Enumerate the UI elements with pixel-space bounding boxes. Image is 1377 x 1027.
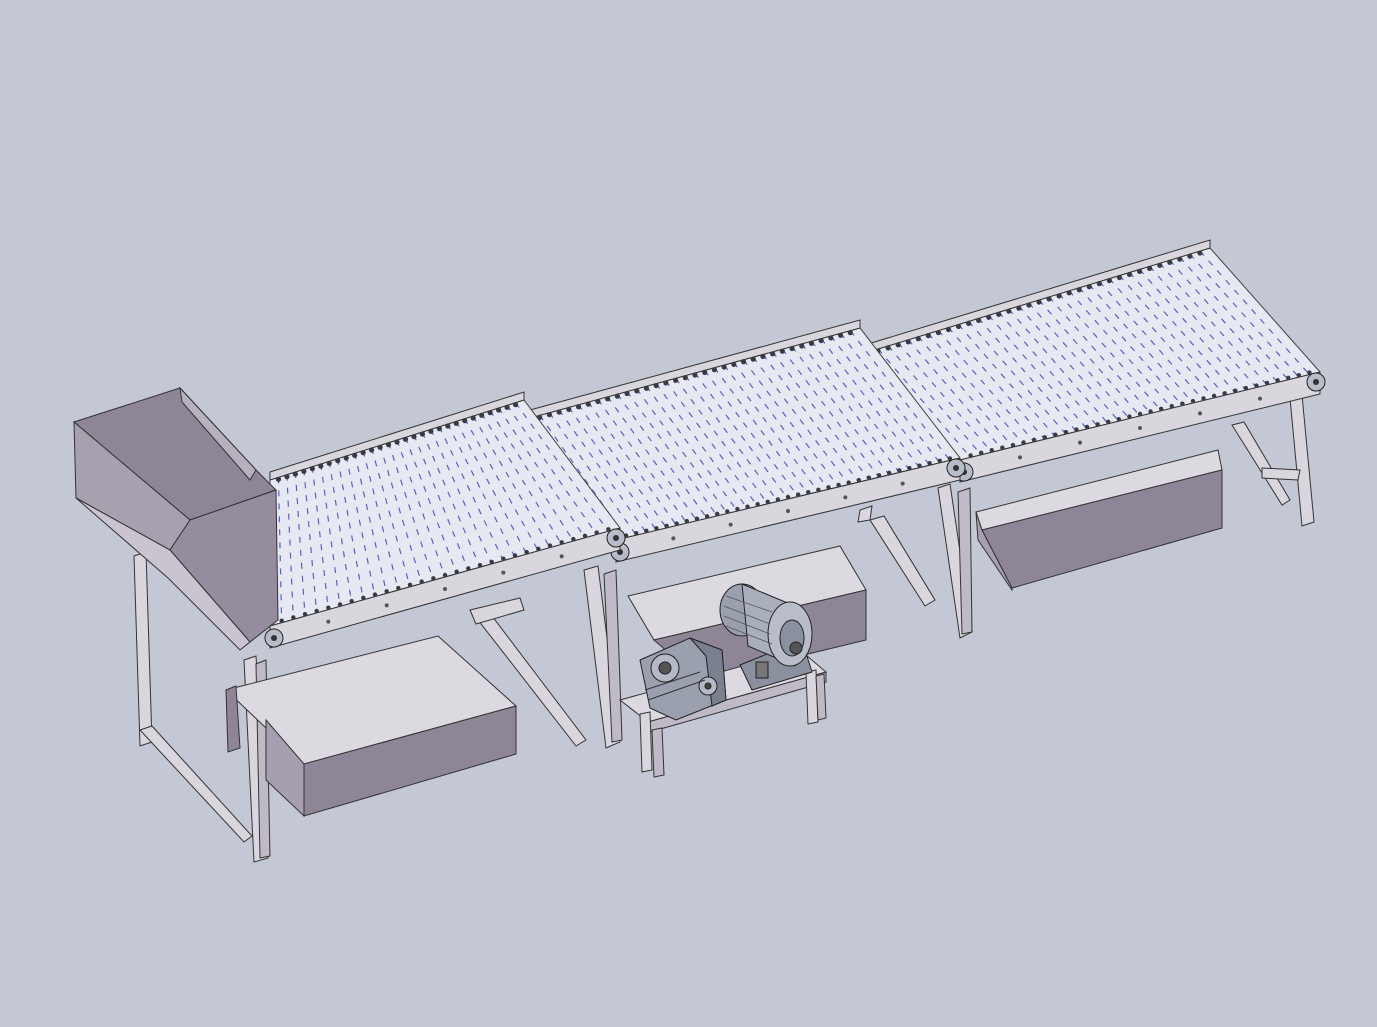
collection-tray-3 <box>975 449 1223 592</box>
collection-tray-1 <box>224 635 518 818</box>
cad-viewport <box>0 0 1377 1027</box>
hopper-icon <box>72 386 279 651</box>
conveyor-assembly-drawing <box>72 239 1326 863</box>
